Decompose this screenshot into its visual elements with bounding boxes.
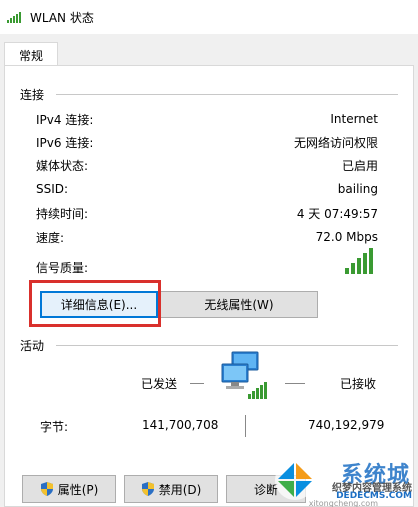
properties-label: 属性(P) xyxy=(57,482,99,497)
bytes-separator xyxy=(245,415,246,437)
uac-shield-icon xyxy=(40,482,53,496)
row-label: SSID: xyxy=(36,182,69,196)
tab-general[interactable]: 常规 xyxy=(4,42,58,67)
wifi-signal-icon xyxy=(7,12,21,23)
general-panel xyxy=(4,65,414,507)
row-speed: 速度: 72.0 Mbps xyxy=(36,228,378,246)
network-computers-icon xyxy=(221,351,267,399)
received-dash xyxy=(285,383,305,384)
details-button[interactable]: 详细信息(E)... xyxy=(40,291,158,318)
row-value: bailing xyxy=(337,182,378,196)
sent-dash xyxy=(190,383,204,384)
row-label: IPv4 连接: xyxy=(36,112,94,127)
row-signal-quality: 信号质量: xyxy=(36,258,378,276)
bytes-label: 字节: xyxy=(40,420,69,434)
row-label: 信号质量: xyxy=(36,260,89,275)
row-duration: 持续时间: 4 天 07:49:57 xyxy=(36,204,378,222)
row-value: 已启用 xyxy=(341,158,378,173)
tab-strip: 常规 xyxy=(0,34,418,67)
activity-divider xyxy=(56,345,398,346)
wireless-properties-button[interactable]: 无线属性(W) xyxy=(160,291,318,318)
received-label: 已接收 xyxy=(340,377,377,391)
activity-heading: 活动 xyxy=(20,337,44,354)
row-ssid: SSID: bailing xyxy=(36,180,378,198)
row-label: 持续时间: xyxy=(36,206,89,221)
row-value: 72.0 Mbps xyxy=(315,230,378,244)
row-label: IPv6 连接: xyxy=(36,135,94,150)
bytes-received-value: 740,192,979 xyxy=(308,418,385,432)
signal-strength-icon xyxy=(345,248,373,274)
row-media-state: 媒体状态: 已启用 xyxy=(36,156,378,174)
activity-heading-label: 活动 xyxy=(20,339,45,353)
diagnose-label: 诊断 xyxy=(253,482,278,497)
row-ipv4: IPv4 连接: Internet xyxy=(36,110,378,128)
properties-button[interactable]: 属性(P) xyxy=(22,475,116,503)
connection-divider xyxy=(56,94,398,95)
disable-label: 禁用(D) xyxy=(158,482,202,497)
title-bar: WLAN 状态 xyxy=(0,0,418,34)
row-value: Internet xyxy=(330,112,378,126)
connection-heading: 连接 xyxy=(20,86,44,103)
connection-heading-label: 连接 xyxy=(20,88,45,102)
disable-button[interactable]: 禁用(D) xyxy=(124,475,218,503)
bytes-sent-value: 141,700,708 xyxy=(142,418,219,432)
row-label: 媒体状态: xyxy=(36,158,89,173)
uac-shield-icon xyxy=(141,482,154,496)
window-title: WLAN 状态 xyxy=(30,10,94,25)
row-label: 速度: xyxy=(36,230,65,245)
sent-label: 已发送 xyxy=(141,377,178,391)
row-value: 无网络访问权限 xyxy=(293,135,378,150)
row-value: 4 天 07:49:57 xyxy=(296,206,378,221)
row-ipv6: IPv6 连接: 无网络访问权限 xyxy=(36,133,378,151)
diagnose-button[interactable]: 诊断 xyxy=(226,475,306,503)
